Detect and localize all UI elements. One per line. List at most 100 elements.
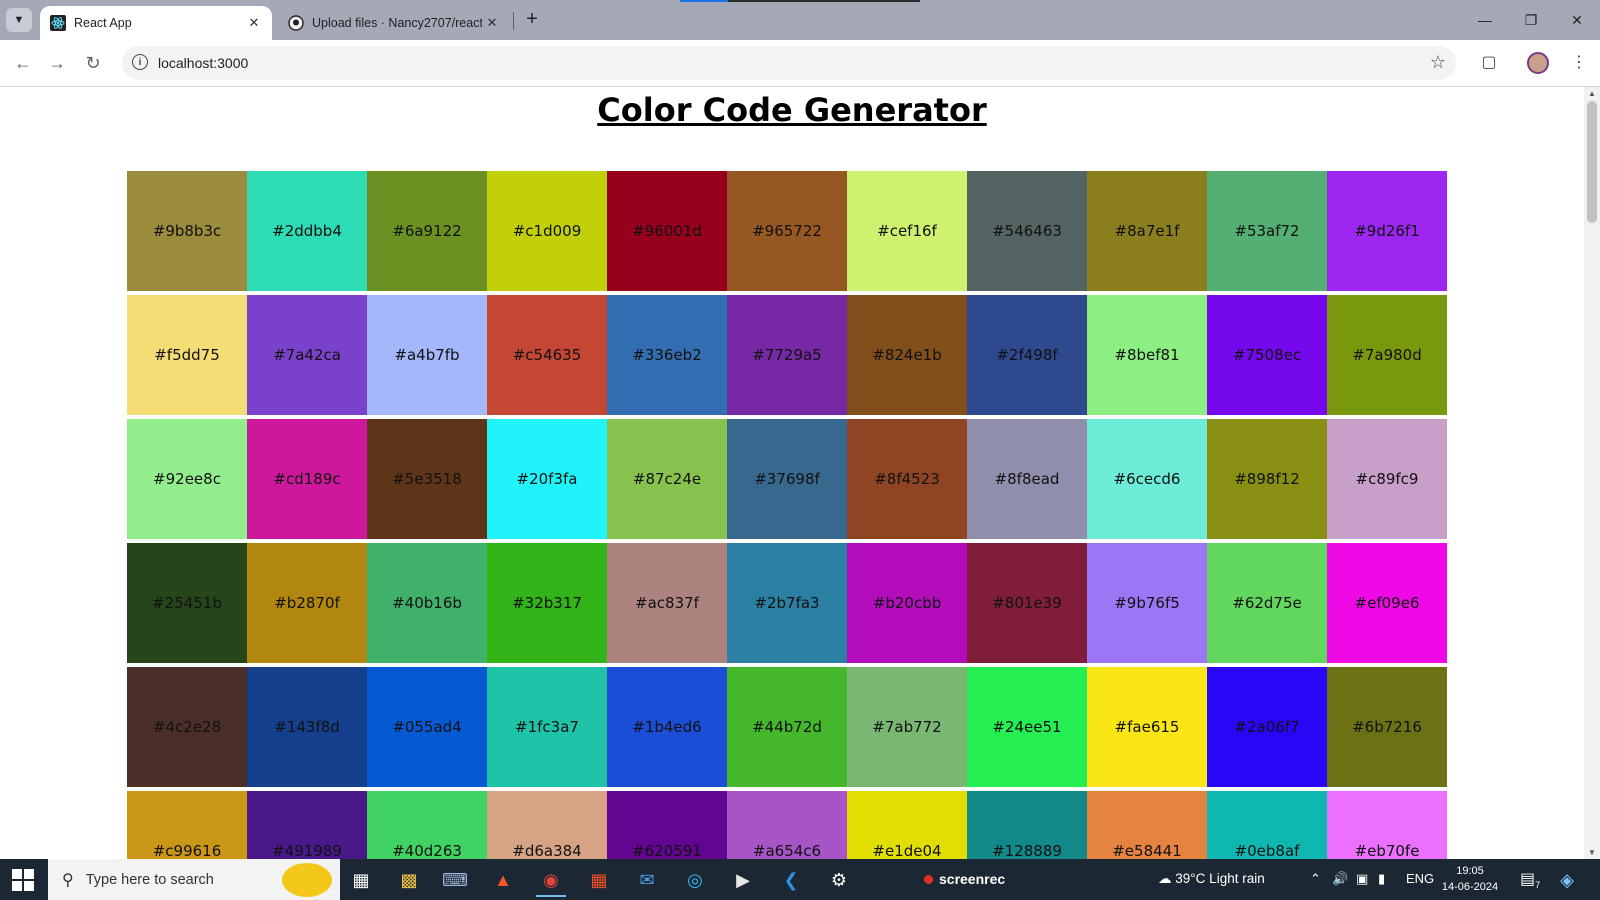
color-swatch: #f5dd75 <box>127 295 247 415</box>
color-row: #25451b #b2870f #40b16b #32b317 #ac837f #2b7f… <box>127 543 1447 663</box>
color-swatch: #8bef81 <box>1087 295 1207 415</box>
color-swatch: #fae615 <box>1087 667 1207 787</box>
color-swatch: #620591 <box>607 791 727 859</box>
reload-icon[interactable]: ↻ <box>80 50 106 76</box>
scrollbar-thumb[interactable] <box>1587 101 1597 223</box>
color-swatch: #c89fc9 <box>1327 419 1447 539</box>
speaker-icon[interactable]: 🔊 <box>1332 871 1348 887</box>
color-swatch: #b20cbb <box>847 543 967 663</box>
color-swatch: #d6a384 <box>487 791 607 859</box>
color-swatch: #6b7216 <box>1327 667 1447 787</box>
minimize-icon[interactable]: — <box>1462 8 1508 32</box>
search-icon: ⚲ <box>62 871 74 889</box>
color-swatch: #2ddbb4 <box>247 171 367 291</box>
color-swatch: #62d75e <box>1207 543 1327 663</box>
color-swatch: #9d26f1 <box>1327 171 1447 291</box>
color-swatch: #b2870f <box>247 543 367 663</box>
color-swatch: #24ee51 <box>967 667 1087 787</box>
color-swatch: #801e39 <box>967 543 1087 663</box>
address-bar[interactable]: i localhost:3000 ☆ <box>122 46 1456 80</box>
back-arrow-icon[interactable]: ← <box>10 50 36 76</box>
notification-icon[interactable]: ▤7 <box>1520 869 1540 890</box>
color-swatch: #6a9122 <box>367 171 487 291</box>
color-row: #92ee8c #cd189c #5e3518 #20f3fa #87c24e #3769… <box>127 419 1447 539</box>
copilot-icon[interactable]: ◈ <box>1552 865 1582 895</box>
color-swatch: #055ad4 <box>367 667 487 787</box>
page-scrollbar[interactable]: ▲ ▼ <box>1584 87 1600 859</box>
scroll-up-icon[interactable]: ▲ <box>1588 89 1596 98</box>
color-swatch: #7729a5 <box>727 295 847 415</box>
address-url[interactable]: localhost:3000 <box>158 55 248 71</box>
color-swatch: #336eb2 <box>607 295 727 415</box>
close-icon[interactable]: ✕ <box>482 15 502 31</box>
color-swatch: #2b7fa3 <box>727 543 847 663</box>
color-swatch: #7ab772 <box>847 667 967 787</box>
weather-widget[interactable]: ☁ 39°C Light rain <box>1158 871 1265 887</box>
bookmark-star-icon[interactable]: ☆ <box>1430 52 1446 73</box>
color-swatch: #898f12 <box>1207 419 1327 539</box>
extensions-puzzle-icon[interactable]: ▢ <box>1476 50 1502 76</box>
keyboard-icon[interactable]: ⌨ <box>440 865 470 895</box>
color-swatch: #2a06f7 <box>1207 667 1327 787</box>
brave-browser-icon[interactable]: ▲ <box>488 865 518 895</box>
color-swatch: #824e1b <box>847 295 967 415</box>
color-swatch: #7a42ca <box>247 295 367 415</box>
color-swatch: #a4b7fb <box>367 295 487 415</box>
color-swatch: #5e3518 <box>367 419 487 539</box>
color-swatch: #44b72d <box>727 667 847 787</box>
windows-start-icon[interactable] <box>12 869 34 891</box>
battery-icon[interactable]: ▮ <box>1378 871 1385 887</box>
page-title: Color Code Generator <box>597 91 987 129</box>
color-swatch: #96001d <box>607 171 727 291</box>
file-explorer-icon[interactable]: ▩ <box>394 865 424 895</box>
network-icon[interactable]: ▣ <box>1356 871 1368 887</box>
browser-toolbar: ← → ↻ i localhost:3000 ☆ ▢ ⋮ <box>0 40 1600 87</box>
language-indicator[interactable]: ENG <box>1406 871 1434 886</box>
settings-gear-icon[interactable]: ⚙ <box>824 865 854 895</box>
tray-chevron-up-icon[interactable]: ⌃ <box>1310 871 1321 887</box>
menu-kebab-icon[interactable]: ⋮ <box>1566 50 1592 76</box>
system-clock[interactable]: 19:05 14-06-2024 <box>1440 863 1500 895</box>
color-swatch: #ef09e6 <box>1327 543 1447 663</box>
color-swatch: #c1d009 <box>487 171 607 291</box>
mail-icon[interactable]: ✉ <box>632 865 662 895</box>
profile-avatar[interactable] <box>1527 52 1549 74</box>
forward-arrow-icon[interactable]: → <box>44 50 70 76</box>
restore-icon[interactable]: ❐ <box>1508 8 1554 32</box>
color-grid: #9b8b3c #2ddbb4 #6a9122 #c1d009 #96001d #9657… <box>127 171 1447 859</box>
screenrec-indicator[interactable]: screenrec <box>924 871 1005 887</box>
color-swatch: #87c24e <box>607 419 727 539</box>
tab-react-app[interactable]: React App ✕ <box>40 6 272 40</box>
tab-title: Upload files · Nancy2707/react- <box>312 16 482 30</box>
new-tab-button[interactable]: + <box>520 8 544 32</box>
tab-upload-files[interactable]: Upload files · Nancy2707/react- ✕ <box>278 6 510 40</box>
close-window-icon[interactable]: ✕ <box>1554 8 1600 32</box>
microsoft-store-icon[interactable]: ▦ <box>584 865 614 895</box>
tab-search-button[interactable]: ▼ <box>6 8 32 32</box>
color-swatch: #cd189c <box>247 419 367 539</box>
scroll-down-icon[interactable]: ▼ <box>1588 848 1596 857</box>
color-swatch: #92ee8c <box>127 419 247 539</box>
media-player-icon[interactable]: ▶ <box>728 865 758 895</box>
color-swatch: #491989 <box>247 791 367 859</box>
color-row: #f5dd75 #7a42ca #a4b7fb #c54635 #336eb2 #7729… <box>127 295 1447 415</box>
color-swatch: #7a980d <box>1327 295 1447 415</box>
close-icon[interactable]: ✕ <box>244 15 264 31</box>
chrome-icon[interactable]: ◉ <box>536 865 566 897</box>
color-swatch: #ac837f <box>607 543 727 663</box>
color-swatch: #1fc3a7 <box>487 667 607 787</box>
taskbar-search[interactable]: ⚲ Type here to search <box>48 859 340 900</box>
color-swatch: #546463 <box>967 171 1087 291</box>
record-dot-icon <box>924 875 933 884</box>
color-swatch: #e58441 <box>1087 791 1207 859</box>
edge-icon[interactable]: ◎ <box>680 865 710 895</box>
site-info-icon[interactable]: i <box>132 54 148 70</box>
weather-text: 39°C Light rain <box>1175 871 1265 886</box>
task-view-icon[interactable]: ▦ <box>346 865 376 895</box>
vscode-icon[interactable]: ❮ <box>776 865 806 895</box>
color-swatch: #8f8ead <box>967 419 1087 539</box>
page-viewport: Color Code Generator #9b8b3c #2ddbb4 #6a91… <box>0 87 1584 859</box>
color-swatch: #eb70fe <box>1327 791 1447 859</box>
color-swatch: #e1de04 <box>847 791 967 859</box>
search-highlight-image <box>282 863 332 897</box>
